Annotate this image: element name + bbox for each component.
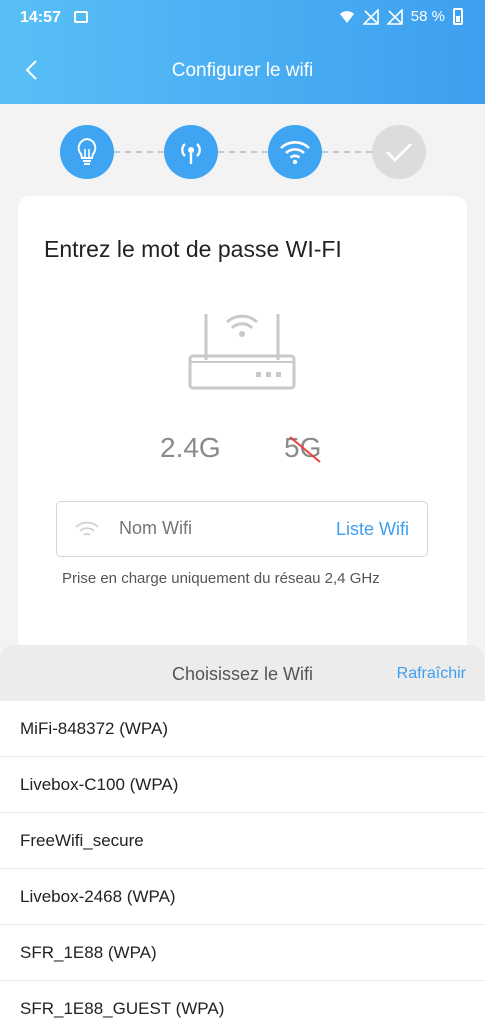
wifi-name-field[interactable]: Liste Wifi <box>56 501 428 557</box>
network-item[interactable]: FreeWifi_secure <box>0 813 485 869</box>
no-sim-icon <box>362 8 379 25</box>
band-support-note: Prise en charge uniquement du réseau 2,4… <box>62 570 380 587</box>
image-icon <box>74 11 88 23</box>
check-icon <box>386 143 412 162</box>
network-item[interactable]: Livebox-C100 (WPA) <box>0 757 485 813</box>
wifi-signal-icon <box>339 10 354 23</box>
password-card: Entrez le mot de passe WI-FI 2.4G 5G Lis… <box>18 196 467 666</box>
network-name: Livebox-C100 (WPA) <box>20 775 179 794</box>
page-title: Configurer le wifi <box>171 60 314 81</box>
wifi-name-input[interactable] <box>119 518 309 539</box>
card-title: Entrez le mot de passe WI-FI <box>44 236 342 262</box>
step-wifi <box>268 125 322 179</box>
wifi-icon <box>75 521 99 536</box>
network-name: SFR_1E88_GUEST (WPA) <box>20 999 225 1018</box>
status-bar: 14:57 58 % <box>0 0 485 36</box>
status-time: 14:57 <box>20 9 61 26</box>
sheet-header: Choisissez le Wifi Rafraîchir <box>0 645 485 701</box>
network-item[interactable]: SFR_1E88_GUEST (WPA) <box>0 981 485 1024</box>
network-name: Livebox-2468 (WPA) <box>20 887 176 906</box>
battery-charging-icon <box>453 8 463 25</box>
step-connector <box>322 151 372 153</box>
bulb-icon <box>77 137 97 165</box>
wifi-icon <box>280 141 310 165</box>
progress-steps <box>60 125 428 179</box>
network-name: FreeWifi_secure <box>20 831 144 850</box>
step-hotspot <box>164 125 218 179</box>
step-device <box>60 125 114 179</box>
no-sim-icon <box>386 8 403 25</box>
step-complete <box>372 125 426 179</box>
network-item[interactable]: Livebox-2468 (WPA) <box>0 869 485 925</box>
nav-bar: Configurer le wifi <box>0 48 485 92</box>
band-24g-label: 2.4G <box>160 432 221 463</box>
wifi-list-link[interactable]: Liste Wifi <box>336 519 409 540</box>
network-item[interactable]: SFR_1E88 (WPA) <box>0 925 485 981</box>
wifi-picker-sheet: Choisissez le Wifi Rafraîchir MiFi-84837… <box>0 645 485 1024</box>
hotspot-icon <box>181 143 201 164</box>
battery-percent: 58 % <box>410 8 445 25</box>
router-icon <box>188 314 296 390</box>
app-header: 14:57 58 % Configurer le wifi <box>0 0 485 104</box>
step-connector <box>114 151 164 153</box>
network-name: MiFi-848372 (WPA) <box>20 719 168 738</box>
network-item[interactable]: MiFi-848372 (WPA) <box>0 701 485 757</box>
step-connector <box>218 151 268 153</box>
band-selector: 2.4G 5G <box>18 432 467 466</box>
network-name: SFR_1E88 (WPA) <box>20 943 157 962</box>
status-right: 58 % <box>339 8 463 25</box>
refresh-button[interactable]: Rafraîchir <box>397 665 466 683</box>
strike-icon <box>289 436 321 463</box>
